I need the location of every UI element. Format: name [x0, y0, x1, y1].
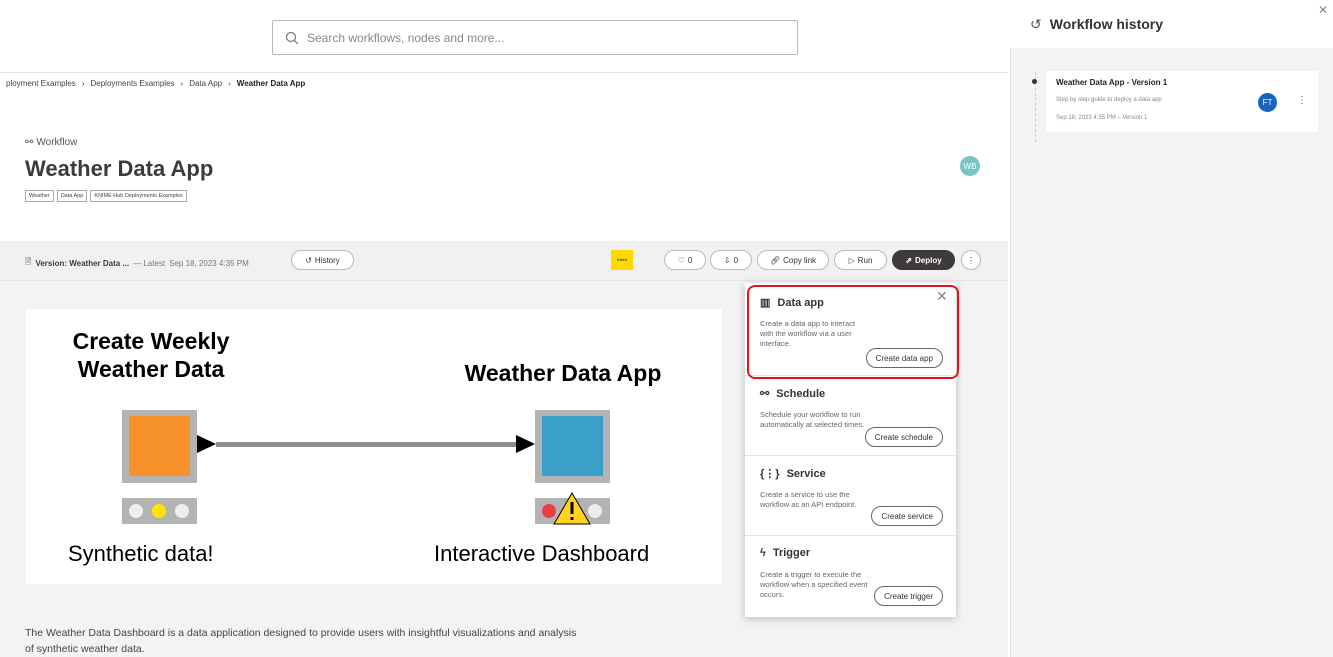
copy-link-button[interactable]: 🔗︎ Copy link — [757, 250, 829, 270]
copy-link-label: Copy link — [783, 255, 817, 265]
connection-line — [216, 442, 516, 447]
tag[interactable]: Data App — [56, 190, 88, 202]
version-info: 🗎 Version: Weather Data ... — Latest Sep… — [25, 256, 249, 270]
owner-avatar[interactable]: WB — [960, 156, 980, 176]
deploy-option-header: ϟ Trigger — [760, 547, 810, 559]
search-input[interactable]: Search workflows, nodes and more... — [272, 20, 798, 55]
breadcrumb-separator: › — [228, 79, 231, 88]
item-type-label: ⚯ Workflow — [25, 137, 77, 148]
breadcrumb-item[interactable]: ployment Examples — [6, 79, 76, 88]
version-label[interactable]: Version: Weather Data ... — [35, 259, 129, 268]
deploy-option-desc: Create a trigger to execute the workflow… — [760, 570, 868, 599]
breadcrumb-item[interactable]: Deployments Examples — [90, 79, 174, 88]
breadcrumb-separator: › — [81, 79, 85, 88]
status-light — [152, 504, 166, 518]
left-node-label: Synthetic data! — [68, 541, 214, 566]
history-entry[interactable]: Weather Data App - Version 1 Step by ste… — [1046, 71, 1318, 132]
version-icon: 🗎 — [25, 257, 32, 266]
download-button[interactable]: ⇩ 0 — [710, 250, 752, 270]
timeline-dot — [1032, 79, 1037, 84]
like-button[interactable]: ♡ 0 — [664, 250, 706, 270]
workflow-icon: ⚯ — [25, 137, 34, 148]
create-trigger-button[interactable]: Create trigger — [874, 586, 943, 606]
left-node-out-port — [197, 435, 216, 453]
item-type-text: Workflow — [36, 137, 78, 148]
avatar[interactable]: FT — [1258, 93, 1277, 112]
right-node-label: Interactive Dashboard — [434, 541, 650, 566]
search-icon — [285, 31, 299, 44]
history-button-label: History — [314, 255, 340, 265]
close-icon[interactable]: ✕ — [1318, 3, 1328, 17]
deploy-option-trigger: ϟ Trigger Create a trigger to execute th… — [745, 535, 956, 617]
deploy-label: Deploy — [915, 255, 942, 265]
status-light — [588, 504, 602, 518]
knime-workflow-icon: ⚯⚯ — [611, 250, 633, 270]
tag[interactable]: KNIME Hub Deployments Examples — [90, 190, 187, 202]
like-count: 0 — [687, 255, 693, 265]
deploy-option-title: Service — [786, 467, 826, 480]
create-schedule-button[interactable]: Create schedule — [864, 427, 943, 447]
breadcrumb-item[interactable]: Data App — [189, 79, 222, 88]
play-icon: ▷ — [848, 255, 855, 265]
deploy-option-schedule: ⚯ Schedule Schedule your workflow to run… — [745, 375, 956, 455]
highlight-box — [747, 285, 959, 379]
version-latest: — Latest — [133, 258, 166, 268]
rocket-icon: ⇗ — [905, 255, 913, 265]
status-light — [542, 504, 556, 518]
heart-icon: ♡ — [677, 255, 685, 265]
create-service-button[interactable]: Create service — [871, 506, 943, 526]
version-date: Sep 18, 2023 4:35 PM — [169, 258, 249, 268]
run-label: Run — [857, 255, 873, 265]
deploy-option-header: {⋮} Service — [760, 467, 826, 481]
deploy-option-service: {⋮} Service Create a service to use the … — [745, 455, 956, 535]
workflow-preview[interactable]: Create Weekly Weather Data Weather Data … — [26, 309, 722, 584]
workflow-description: The Weather Data Dashboard is a data app… — [25, 627, 577, 655]
schedule-icon: ⚯ — [760, 388, 770, 400]
deploy-button[interactable]: ⇗ Deploy — [892, 250, 955, 270]
main-panel: Search workflows, nodes and more... ploy… — [0, 0, 1008, 657]
kebab-icon: ⋮ — [967, 255, 975, 265]
history-entry-date: Sep 18, 2023 4:35 PM – Version 1 — [1056, 115, 1148, 121]
deploy-option-title: Trigger — [772, 547, 811, 559]
status-light — [175, 504, 189, 518]
trigger-icon: ϟ — [760, 547, 766, 559]
history-icon: ↺ — [305, 255, 312, 265]
page-title: Weather Data App — [25, 156, 214, 181]
link-icon: 🔗︎ — [769, 255, 781, 265]
history-button[interactable]: ↺ History — [291, 250, 354, 270]
status-light — [129, 504, 143, 518]
tag-list: Weather Data App KNIME Hub Deployments E… — [25, 190, 187, 202]
history-icon: ↺ — [1030, 15, 1042, 32]
search-placeholder: Search workflows, nodes and more... — [307, 30, 505, 45]
run-button[interactable]: ▷ Run — [834, 250, 887, 270]
deploy-option-header: ⚯ Schedule — [760, 387, 826, 401]
close-icon[interactable]: ✕ — [936, 288, 948, 305]
left-node — [129, 416, 190, 476]
more-options-button[interactable]: ⋮ — [961, 250, 981, 270]
breadcrumb-current: Weather Data App — [236, 79, 306, 88]
download-icon: ⇩ — [723, 255, 731, 265]
service-icon: {⋮} — [760, 468, 780, 480]
kebab-icon[interactable]: ⋮ — [1297, 95, 1307, 106]
breadcrumb-separator: › — [180, 79, 184, 88]
history-entry-title: Weather Data App - Version 1 — [1056, 78, 1168, 87]
tag[interactable]: Weather — [25, 190, 54, 202]
header-divider — [0, 72, 1008, 73]
history-entry-desc: Step by step guide to deploy a data app — [1056, 97, 1162, 103]
download-count: 0 — [733, 255, 739, 265]
history-title: Workflow history — [1049, 16, 1164, 32]
deploy-option-title: Schedule — [776, 387, 826, 400]
history-header: ↺ Workflow history — [1010, 0, 1333, 48]
right-node-in-port — [516, 435, 535, 453]
deploy-option-desc: Schedule your workflow to run automatica… — [760, 410, 865, 429]
right-node — [542, 416, 603, 476]
breadcrumb: ployment Examples › Deployments Examples… — [6, 79, 305, 88]
deploy-option-desc: Create a service to use the workflow as … — [760, 490, 857, 509]
